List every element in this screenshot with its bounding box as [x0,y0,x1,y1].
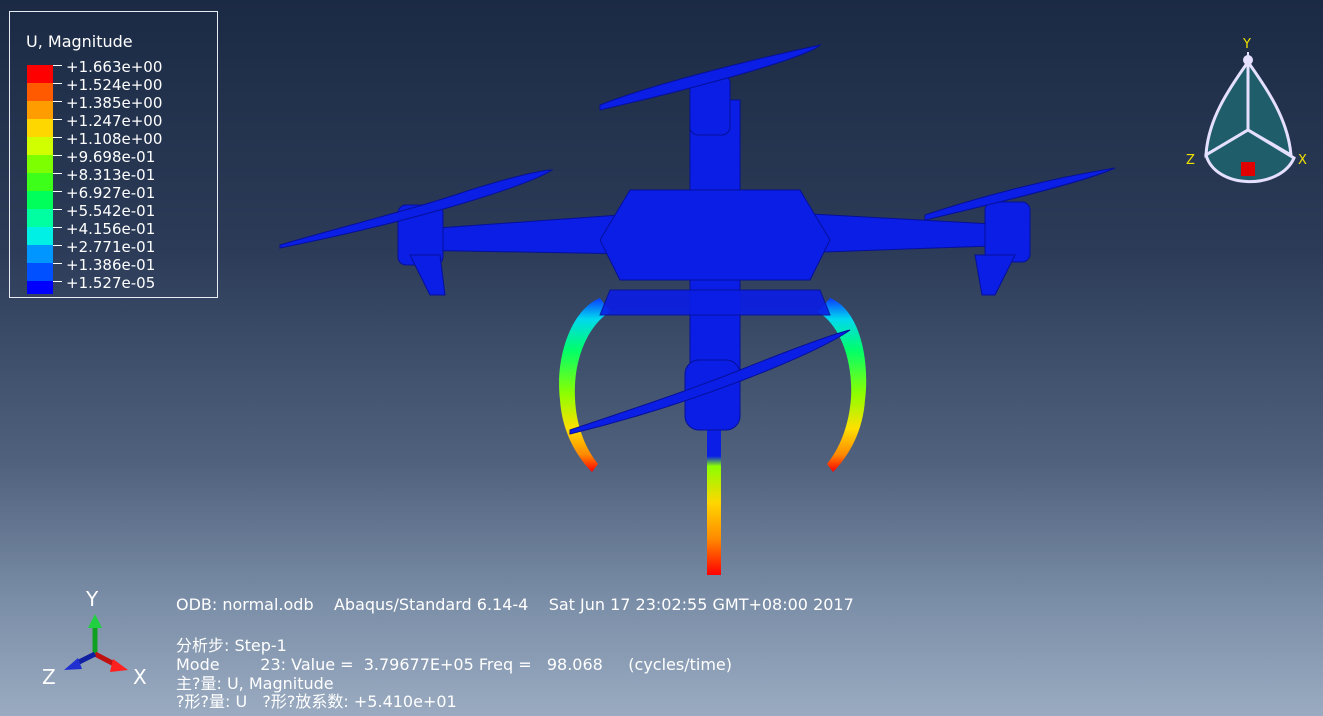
legend-swatch [27,137,53,155]
legend-value-label: +1.247e+00 [66,112,163,130]
step-info-line: 分析步: Step-1 [176,636,287,655]
legend-tick [53,245,62,246]
center-probe [707,430,721,575]
legend-tick [53,191,62,192]
viewcube-y-label: Y [1242,37,1251,52]
legend-tick [53,137,62,138]
primary-variable-line: 主?量: U, Magnitude [176,674,334,693]
legend-value-label: +4.156e-01 [66,220,156,238]
view-cube[interactable]: Y X Z [1176,30,1316,210]
legend-value-label: +1.663e+00 [66,58,163,76]
legend-tick [53,155,62,156]
odb-info-line: ODB: normal.odb Abaqus/Standard 6.14-4 S… [176,595,854,614]
legend-value-label: +1.385e+00 [66,94,163,112]
legend-swatch [27,263,53,281]
legend-tick [53,101,62,102]
legend-tick [53,83,62,84]
legend-swatch [27,227,53,245]
legend-tick [53,263,62,264]
legend-swatch [27,281,53,294]
legend-swatch [27,65,53,83]
legend-swatch [27,101,53,119]
legend-swatch [27,245,53,263]
legend-swatch [27,191,53,209]
triad-y-label: Y [85,587,99,611]
mode-info-line: Mode 23: Value = 3.79677E+05 Freq = 98.0… [176,655,732,674]
legend-value-label: +1.108e+00 [66,130,163,148]
legend-tick [53,119,62,120]
legend-swatch [27,155,53,173]
landing-leg-right [818,298,867,472]
legend-value-label: +8.313e-01 [66,166,156,184]
triad-x-label: X [133,665,147,689]
legend-swatch [27,119,53,137]
legend-value-label: +5.542e-01 [66,202,156,220]
legend-value-label: +1.524e+00 [66,76,163,94]
legend-swatch [27,173,53,191]
drone-model[interactable] [270,40,1140,590]
legend-tick [53,227,62,228]
contour-legend: U, Magnitude +1.663e+00 +1.524e+00 +1.385e… [9,11,218,298]
triad-z-label: Z [42,665,56,689]
legend-value-label: +9.698e-01 [66,148,156,166]
deformed-variable-line: ?形?量: U ?形?放系数: +5.410e+01 [176,692,457,711]
viewcube-z-label: Z [1186,153,1195,168]
legend-tick [53,65,62,66]
legend-tick [53,173,62,174]
legend-swatch [27,209,53,227]
viewcube-x-label: X [1298,153,1307,168]
legend-value-label: +1.527e-05 [66,274,156,292]
legend-value-label: +6.927e-01 [66,184,156,202]
legend-swatch [27,83,53,101]
legend-tick [53,281,62,282]
legend-tick [53,209,62,210]
legend-value-label: +2.771e-01 [66,238,156,256]
landing-leg-left [559,298,610,472]
legend-value-label: +1.386e-01 [66,256,156,274]
axis-triad: Y Z X [42,587,147,689]
legend-title: U, Magnitude [26,32,133,51]
graphics-viewport[interactable]: U, Magnitude +1.663e+00 +1.524e+00 +1.385e… [0,0,1323,716]
